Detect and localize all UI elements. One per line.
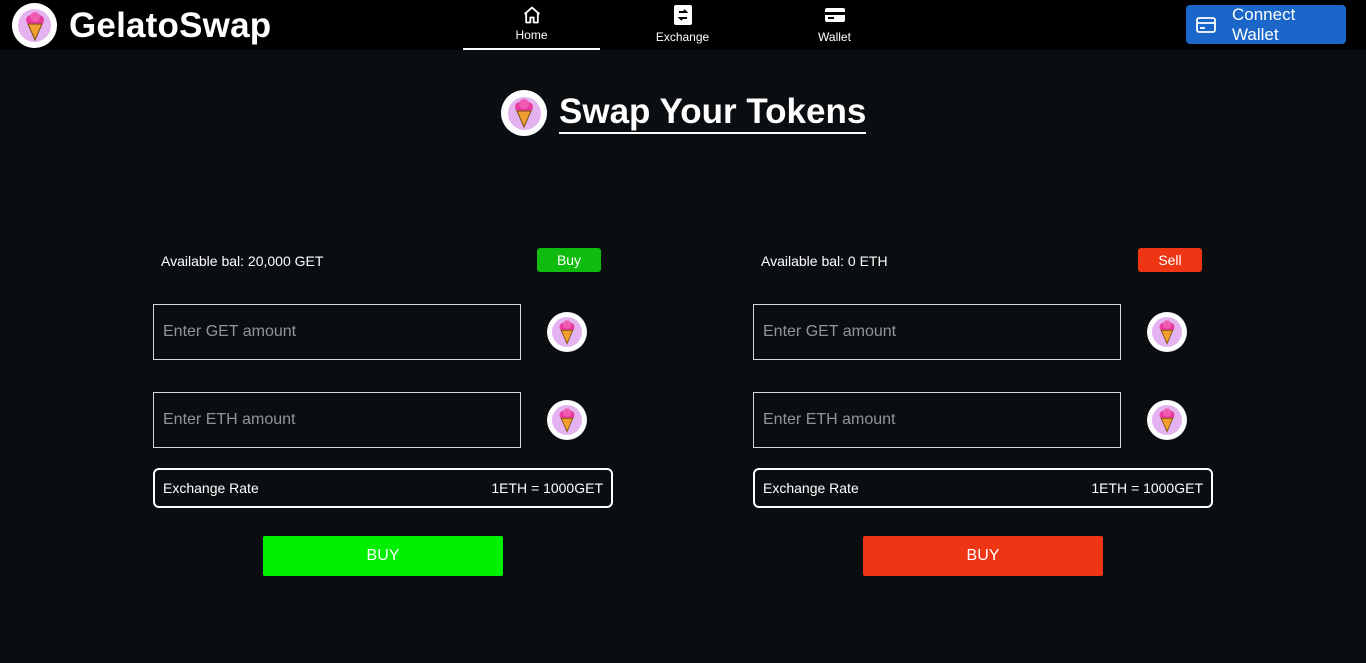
buy-tab-button[interactable]: Buy bbox=[537, 248, 601, 272]
nav-exchange[interactable]: Exchange bbox=[614, 0, 751, 50]
wallet-icon bbox=[824, 4, 846, 26]
sell-tab-button[interactable]: Sell bbox=[1138, 248, 1202, 272]
exchange-rate-label: Exchange Rate bbox=[163, 480, 259, 496]
brand-name: GelatoSwap bbox=[69, 5, 272, 45]
nav-wallet-label: Wallet bbox=[818, 30, 851, 44]
nav-wallet[interactable]: Wallet bbox=[766, 0, 903, 50]
get-token-icon bbox=[1147, 312, 1187, 352]
available-balance: Available bal: 0 ETH bbox=[761, 253, 888, 269]
exchange-rate-box: Exchange Rate 1ETH = 1000GET bbox=[153, 468, 613, 508]
connect-wallet-label: Connect Wallet bbox=[1232, 4, 1296, 44]
ice-cream-icon bbox=[501, 90, 547, 136]
get-amount-input[interactable] bbox=[753, 304, 1121, 360]
exchange-rate-value: 1ETH = 1000GET bbox=[491, 480, 603, 496]
page-title: Swap Your Tokens bbox=[559, 92, 867, 134]
exchange-rate-box: Exchange Rate 1ETH = 1000GET bbox=[753, 468, 1213, 508]
eth-token-icon bbox=[1147, 400, 1187, 440]
ice-cream-icon bbox=[12, 3, 57, 48]
eth-token-icon bbox=[547, 400, 587, 440]
get-amount-input[interactable] bbox=[153, 304, 521, 360]
exchange-rate-value: 1ETH = 1000GET bbox=[1091, 480, 1203, 496]
buy-panel: Available bal: 20,000 GET Buy Exchange R… bbox=[150, 240, 620, 590]
nav-home[interactable]: Home bbox=[463, 0, 600, 50]
wallet-card-icon bbox=[1196, 16, 1216, 33]
nav-home-label: Home bbox=[515, 28, 548, 42]
get-token-icon bbox=[547, 312, 587, 352]
eth-amount-input[interactable] bbox=[753, 392, 1121, 448]
nav-exchange-label: Exchange bbox=[655, 30, 710, 44]
home-icon bbox=[522, 4, 542, 26]
connect-wallet-button[interactable]: Connect Wallet bbox=[1186, 5, 1346, 44]
top-navbar: GelatoSwap Home Exchange Wallet Connect … bbox=[0, 0, 1366, 50]
eth-amount-input[interactable] bbox=[153, 392, 521, 448]
brand[interactable]: GelatoSwap bbox=[12, 3, 271, 48]
sell-action-button[interactable]: BUY bbox=[863, 536, 1103, 576]
buy-action-button[interactable]: BUY bbox=[263, 536, 503, 576]
available-balance: Available bal: 20,000 GET bbox=[161, 253, 324, 269]
page-header: Swap Your Tokens bbox=[501, 90, 867, 136]
exchange-rate-label: Exchange Rate bbox=[763, 480, 859, 496]
sell-panel: Available bal: 0 ETH Sell Exchange Rate … bbox=[750, 240, 1220, 590]
exchange-icon bbox=[673, 4, 693, 26]
